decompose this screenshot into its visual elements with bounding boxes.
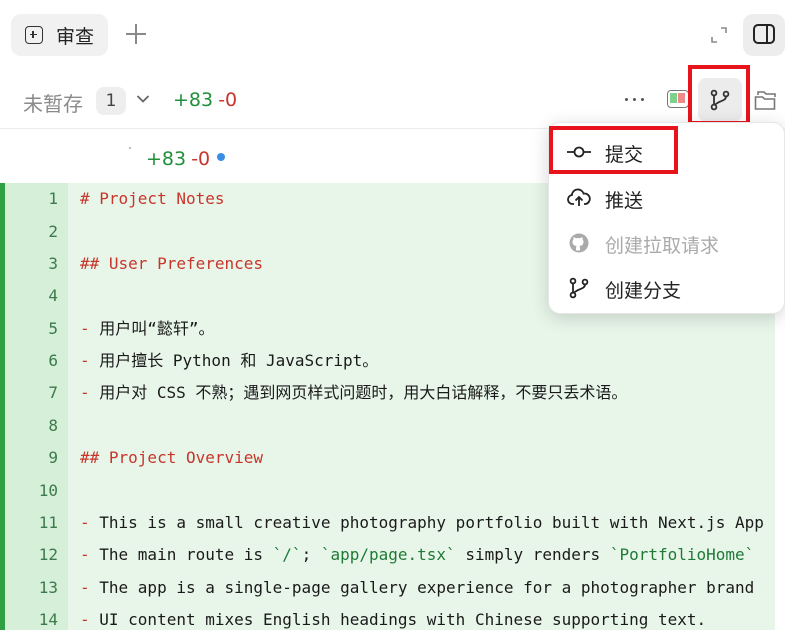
highlight-box-commit: [549, 126, 678, 174]
code-line: 14 - UI content mixes English headings wi…: [0, 604, 775, 630]
toggle-panel-button[interactable]: [743, 14, 785, 56]
tab-label: 审查: [56, 25, 95, 48]
more-options-icon[interactable]: [624, 92, 646, 106]
github-icon: [569, 233, 589, 253]
tab-bar: 审查: [0, 0, 785, 70]
line-number: 5: [48, 319, 58, 338]
code-line: 11 - This is a small creative photography…: [0, 507, 775, 539]
menu-item-label: 创建分支: [605, 280, 682, 302]
chevron-down-icon[interactable]: [136, 92, 150, 106]
push-icon: [567, 188, 591, 206]
line-number: 8: [48, 416, 58, 435]
diff-icon: [25, 26, 43, 44]
line-number: 14: [38, 610, 58, 629]
changes-toolbar: 未暂存 1 +83 -0: [0, 74, 785, 128]
code-line: 9 ## Project Overview: [0, 442, 775, 474]
line-text: # Project Notes: [80, 189, 225, 208]
line-text: ## Project Overview: [80, 448, 264, 467]
additions-count: +83: [173, 89, 214, 111]
line-number: 13: [38, 578, 58, 597]
line-text: - The app is a single-page gallery exper…: [80, 578, 755, 597]
diff-view-toggle-icon[interactable]: [667, 90, 689, 108]
unstaged-label: 未暂存: [23, 92, 83, 116]
line-number: 12: [38, 545, 58, 564]
code-line: 13 - The app is a single-page gallery exp…: [0, 572, 775, 604]
code-line: 10: [0, 475, 775, 507]
modified-dot-icon: [217, 153, 225, 161]
line-number: 3: [48, 254, 58, 273]
file-deletions-count: -0: [191, 148, 211, 170]
folders-icon[interactable]: [754, 89, 780, 111]
code-line: 6 - 用户擅长 Python 和 JavaScript。: [0, 345, 775, 377]
line-number: 2: [48, 222, 58, 241]
highlight-box-git-button: [688, 65, 750, 125]
line-text: - UI content mixes English headings with…: [80, 610, 707, 629]
line-number: 4: [48, 286, 58, 305]
line-text: - 用户对 CSS 不熟；遇到网页样式问题时，用大白话解释，不要只丢术语。: [80, 383, 628, 402]
code-line: 7 - 用户对 CSS 不熟；遇到网页样式问题时，用大白话解释，不要只丢术语。: [0, 377, 775, 409]
branch-icon: [569, 277, 589, 299]
line-text: - 用户擅长 Python 和 JavaScript。: [80, 351, 379, 370]
menu-item-label: 推送: [605, 190, 644, 212]
line-text: - 用户叫“懿轩”。: [80, 319, 215, 338]
line-number: 1: [48, 189, 58, 208]
code-line: 5 - 用户叫“懿轩”。: [0, 313, 775, 345]
menu-item-push[interactable]: 推送: [549, 177, 785, 219]
unstaged-count-badge: 1: [96, 87, 126, 115]
line-text: ## User Preferences: [80, 254, 264, 273]
sidebar-panel-icon: [753, 24, 775, 44]
file-diff-stats: +83 -0: [146, 148, 210, 170]
menu-item-create-pull-request: 创建拉取请求: [549, 222, 785, 264]
line-number: 7: [48, 383, 58, 402]
line-number: 9: [48, 448, 58, 467]
line-number: 6: [48, 351, 58, 370]
deletions-count: -0: [218, 89, 238, 111]
line-text: - This is a small creative photography p…: [80, 513, 764, 532]
new-tab-plus-icon[interactable]: [124, 22, 148, 46]
line-number: 11: [38, 513, 58, 532]
expand-icon[interactable]: [710, 26, 728, 44]
code-line: 8: [0, 410, 775, 442]
menu-item-create-branch[interactable]: 创建分支: [549, 267, 785, 309]
diff-stats: +83 -0: [173, 89, 237, 111]
line-number: 10: [38, 481, 58, 500]
tab-review[interactable]: 审查: [11, 14, 108, 56]
file-additions-count: +83: [146, 148, 187, 170]
menu-item-label: 创建拉取请求: [605, 235, 720, 257]
line-text: - The main route is `/`; `app/page.tsx` …: [80, 545, 755, 564]
code-line: 12 - The main route is `/`; `app/page.tsx…: [0, 539, 775, 571]
